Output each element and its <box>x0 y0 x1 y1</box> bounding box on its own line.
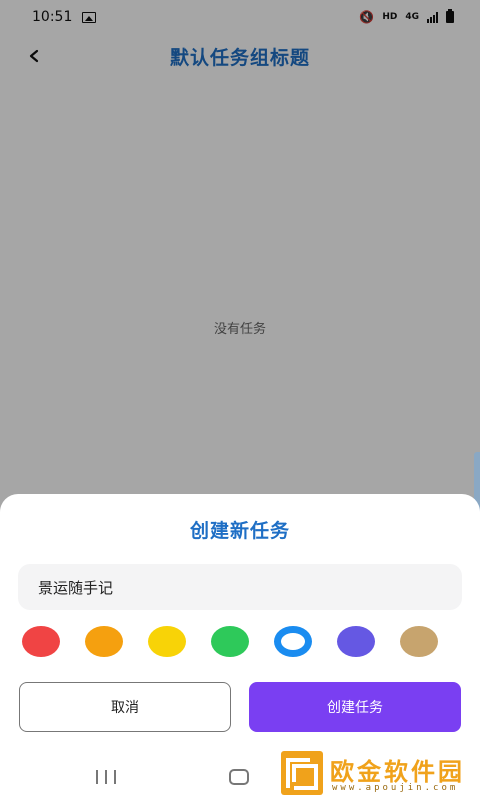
color-option-purple[interactable] <box>337 626 375 657</box>
create-task-button[interactable]: 创建任务 <box>249 682 461 732</box>
cancel-button[interactable]: 取消 <box>19 682 231 732</box>
home-button[interactable] <box>229 769 249 785</box>
dialog-title: 创建新任务 <box>189 520 290 542</box>
watermark-text: 欧金软件园 <box>330 758 465 786</box>
watermark-logo: 欧金软件园 www.apoujin.com <box>280 748 480 800</box>
color-picker <box>22 626 442 658</box>
color-option-blue[interactable] <box>274 626 312 657</box>
task-name-input[interactable] <box>18 564 462 610</box>
color-option-orange[interactable] <box>85 626 123 657</box>
color-option-green[interactable] <box>211 626 249 657</box>
watermark-url: www.apoujin.com <box>332 783 459 793</box>
color-option-tan[interactable] <box>400 626 438 657</box>
color-option-yellow[interactable] <box>148 626 186 657</box>
logo-mark-icon <box>281 751 323 795</box>
color-option-red[interactable] <box>22 626 60 657</box>
recent-apps-button[interactable] <box>96 770 116 784</box>
